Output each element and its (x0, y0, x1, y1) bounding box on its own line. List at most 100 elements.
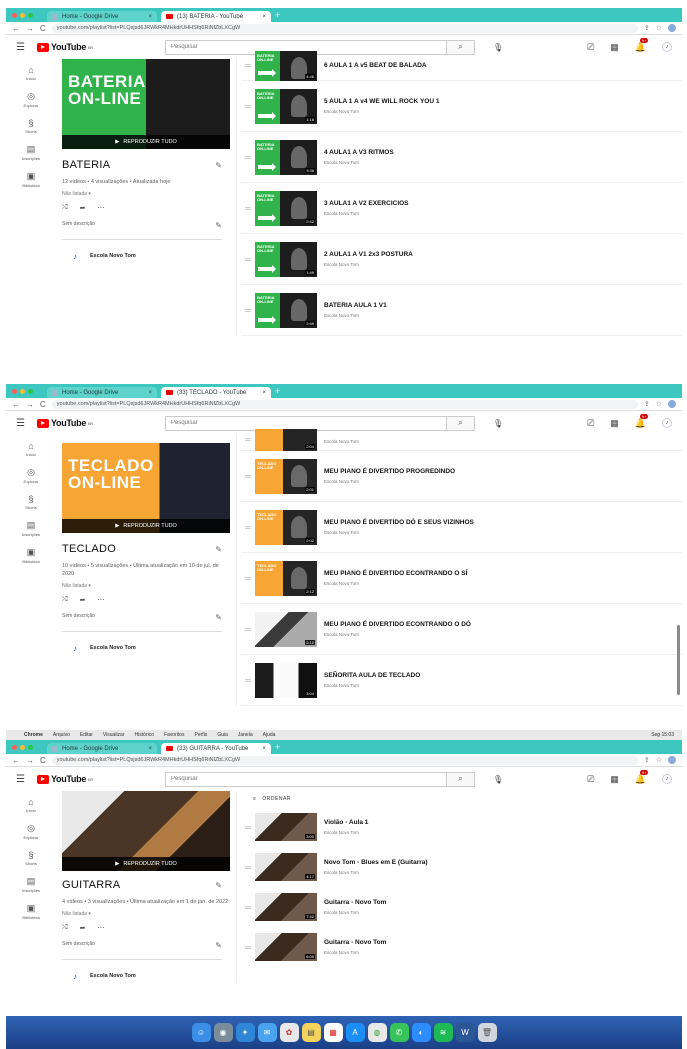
guide-home[interactable]: ⌂ Início (6, 797, 56, 813)
menu-item[interactable]: Janela (238, 732, 253, 738)
word-icon[interactable]: W (455, 1023, 475, 1042)
search-icon[interactable]: ⌕ (446, 416, 474, 430)
drag-handle-icon[interactable]: ═ (241, 153, 255, 162)
video-thumbnail[interactable]: 4:17 (255, 853, 317, 881)
guide-library[interactable]: ▣ Biblioteca (6, 171, 56, 188)
video-thumbnail[interactable]: BATERIA ON-LINE 3:36 (255, 139, 317, 175)
scrollbar[interactable] (677, 625, 680, 695)
mic-icon[interactable]: 🎙 (493, 775, 503, 784)
video-thumbnail[interactable]: TECLADO ON-LINE 2:12 (255, 560, 317, 596)
create-video-icon[interactable]: ⎚ (587, 418, 594, 429)
drag-handle-icon[interactable]: ═ (241, 903, 255, 912)
list-item[interactable]: ═ 2:04 Escola Novo Tom (241, 428, 682, 451)
list-item[interactable]: ═ BATERIA ON-LINE 4:46 6 AULA 1 A v5 BEAT … (241, 50, 682, 81)
edit-icon[interactable]: ✎ (215, 941, 222, 950)
window-controls[interactable] (12, 12, 33, 18)
share-icon[interactable]: ⇪ (644, 400, 650, 408)
youtube-logo[interactable]: YouTube BR (36, 418, 93, 428)
privacy-select[interactable]: Não listada ▾ (62, 583, 232, 589)
playlist-thumbnail[interactable]: TECLADO ON-LINE ▶ REPRODUZIR TUDO (62, 443, 230, 533)
drag-handle-icon[interactable]: ═ (241, 943, 255, 952)
list-item[interactable]: ═ 4:17 Novo Tom - Blues em E (Guitarra) E… (241, 847, 682, 887)
guide-library[interactable]: ▣ Biblioteca (6, 903, 56, 920)
notes-icon[interactable]: ▤ (301, 1023, 321, 1042)
finder-icon[interactable]: ☺ (191, 1023, 211, 1042)
list-item[interactable]: ═ BATERIA ON-LINE 1:49 2 AULA1 A V1 2x3 PO… (241, 234, 682, 285)
guide-shorts[interactable]: § Shorts (6, 118, 56, 134)
more-icon[interactable]: ⋯ (97, 204, 104, 212)
play-all-button[interactable]: ▶ REPRODUZIR TUDO (62, 135, 230, 149)
sort-button[interactable]: ≡ ORDENAR (241, 791, 682, 807)
tab-google-drive[interactable]: Home - Google Drive × (47, 743, 157, 754)
share-icon[interactable]: ⇪ (644, 24, 650, 32)
drag-handle-icon[interactable]: ═ (241, 435, 255, 444)
star-icon[interactable]: ☆ (656, 400, 662, 408)
chrome-icon[interactable]: ◍ (367, 1023, 387, 1042)
list-item[interactable]: ═ BATERIA ON-LINE 2:42 3 AULA1 A V2 EXERCI… (241, 183, 682, 234)
url-field[interactable]: youtube.com/playlist?list=PLQsjsd6JRWkR4… (51, 23, 638, 33)
close-icon[interactable]: × (148, 14, 152, 20)
guide-explore[interactable]: ◎ Explorar (6, 91, 56, 108)
menu-item[interactable]: Ajuda (263, 732, 276, 738)
guide-subscriptions[interactable]: ▤ Inscrições (6, 520, 56, 537)
menu-item[interactable]: Guia (217, 732, 228, 738)
guide-subscriptions[interactable]: ▤ Inscrições (6, 144, 56, 161)
video-thumbnail[interactable]: BATERIA ON-LINE 1:49 (255, 241, 317, 277)
list-item[interactable]: ═ 6:09 Guitarra - Novo Tom Escola Novo To… (241, 927, 682, 967)
guide-home[interactable]: ⌂ Início (6, 441, 56, 457)
create-video-icon[interactable]: ⎚ (587, 774, 594, 785)
photos-icon[interactable]: ✿ (279, 1023, 299, 1042)
notifications-icon[interactable]: 🔔 9+ (635, 769, 649, 785)
tab-youtube[interactable]: (33) TECLADO - YouTube × (161, 387, 271, 398)
forward-icon[interactable]: → (26, 400, 34, 409)
back-icon[interactable]: ← (12, 756, 20, 765)
playlist-thumbnail[interactable]: ▶ REPRODUZIR TUDO (62, 791, 230, 871)
share-icon[interactable]: ➦ (80, 596, 86, 604)
new-tab-button[interactable]: + (275, 742, 280, 752)
drag-handle-icon[interactable]: ═ (241, 255, 255, 264)
close-icon[interactable]: × (262, 746, 266, 752)
privacy-select[interactable]: Não listada ▾ (62, 911, 232, 917)
playlist-thumbnail[interactable]: BATERIA ON-LINE ▶ REPRODUZIR TUDO (62, 59, 230, 149)
shuffle-icon[interactable]: ⤮ (62, 596, 68, 604)
drag-handle-icon[interactable]: ═ (241, 863, 255, 872)
drag-handle-icon[interactable]: ═ (241, 574, 255, 583)
reload-icon[interactable]: C (40, 756, 46, 765)
play-all-button[interactable]: ▶ REPRODUZIR TUDO (62, 519, 230, 533)
menu-icon[interactable]: ☰ (16, 42, 25, 53)
video-thumbnail[interactable]: 3:04 (255, 662, 317, 698)
video-thumbnail[interactable]: 2:12 (255, 611, 317, 647)
menu-item[interactable]: Arquivo (53, 732, 70, 738)
window-controls[interactable] (12, 388, 33, 394)
back-icon[interactable]: ← (12, 400, 20, 409)
reload-icon[interactable]: C (40, 24, 46, 33)
close-icon[interactable]: × (148, 390, 152, 396)
drag-handle-icon[interactable]: ═ (241, 204, 255, 213)
video-thumbnail[interactable]: BATERIA ON-LINE 1:18 (255, 88, 317, 124)
menu-item[interactable]: Chrome (24, 732, 43, 738)
window-controls[interactable] (12, 744, 33, 750)
profile-icon[interactable] (668, 400, 676, 408)
reload-icon[interactable]: C (40, 400, 46, 409)
edit-icon[interactable]: ✎ (215, 613, 222, 622)
video-thumbnail[interactable]: 2:04 (255, 428, 317, 451)
shuffle-icon[interactable]: ⤮ (62, 924, 68, 932)
share-icon[interactable]: ➦ (80, 924, 86, 932)
more-icon[interactable]: ⋯ (97, 596, 104, 604)
close-icon[interactable]: × (148, 746, 152, 752)
menu-item[interactable]: Visualizar (103, 732, 125, 738)
tab-google-drive[interactable]: Home - Google Drive × (47, 11, 157, 22)
account-avatar[interactable]: ♪ (662, 774, 672, 784)
back-icon[interactable]: ← (12, 24, 20, 33)
star-icon[interactable]: ☆ (656, 756, 662, 764)
guide-shorts[interactable]: § Shorts (6, 850, 56, 866)
messages-icon[interactable]: ✆ (389, 1023, 409, 1042)
list-item[interactable]: ═ BATERIA ON-LINE 3:36 4 AULA1 A V3 RITMOS… (241, 132, 682, 183)
menu-item[interactable]: Perfis (195, 732, 208, 738)
calendar-icon[interactable]: ▦ (323, 1023, 343, 1042)
guide-shorts[interactable]: § Shorts (6, 494, 56, 510)
search-input[interactable] (166, 772, 446, 786)
list-item[interactable]: ═ BATERIA ON-LINE 1:18 5 AULA 1 A v4 WE WI… (241, 81, 682, 132)
list-item[interactable]: ═ 3:04 SEÑORITA AULA DE TECLADO Escola No… (241, 655, 682, 706)
share-icon[interactable]: ⇪ (644, 756, 650, 764)
